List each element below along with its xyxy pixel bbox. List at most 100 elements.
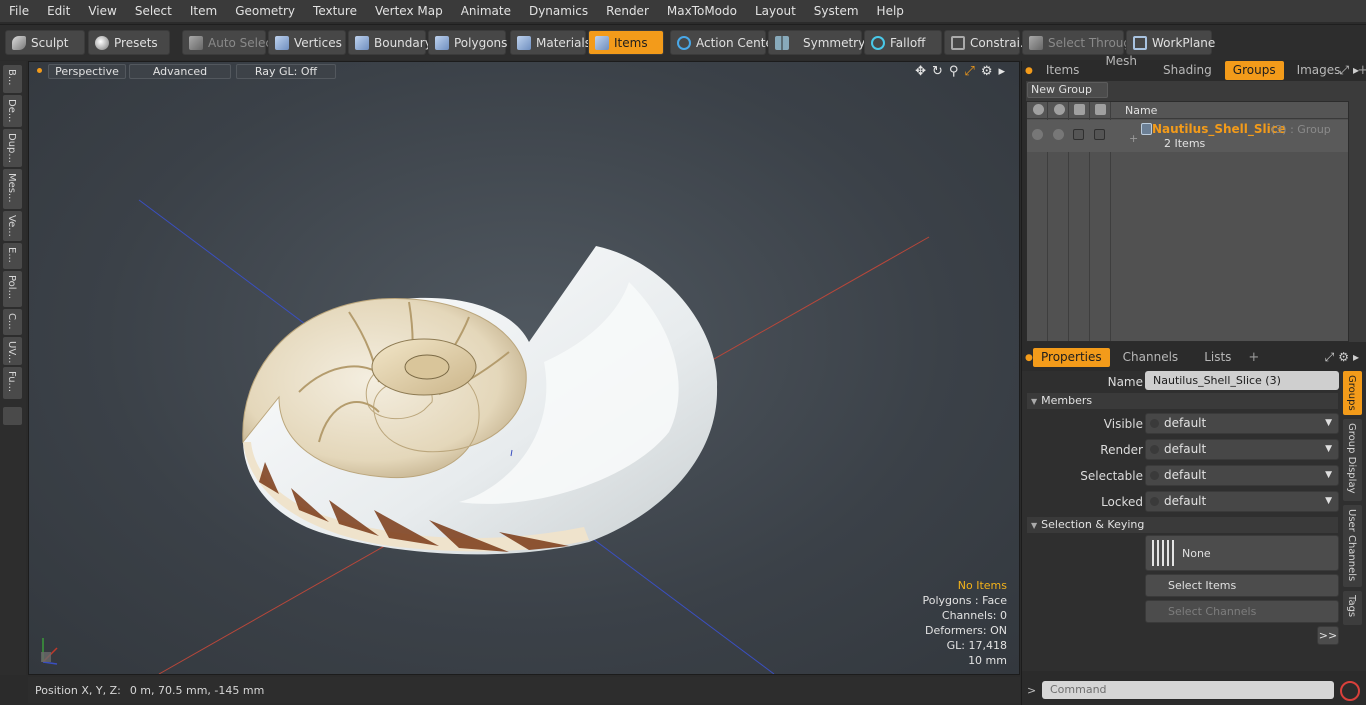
more-button[interactable]: >> bbox=[1317, 626, 1339, 645]
tab-channels[interactable]: Channels bbox=[1110, 348, 1192, 367]
view-mode-button[interactable]: Perspective bbox=[48, 64, 126, 79]
tab-extra[interactable] bbox=[3, 407, 22, 425]
expand-icon[interactable]: + bbox=[1129, 132, 1138, 145]
tab-groups[interactable]: Groups bbox=[1224, 61, 1284, 80]
boundary-button[interactable]: Boundary bbox=[348, 30, 432, 55]
render-column-icon[interactable] bbox=[1054, 104, 1065, 115]
side-tab-user-channels[interactable]: User Channels bbox=[1343, 505, 1362, 587]
expand-arrow-icon[interactable]: ▸ bbox=[998, 64, 1005, 79]
tab-uv[interactable]: UV... bbox=[3, 337, 22, 365]
name-column-header[interactable]: Name bbox=[1125, 104, 1157, 117]
presets-button[interactable]: Presets bbox=[88, 30, 170, 55]
render-select[interactable]: default ▼ bbox=[1145, 439, 1339, 460]
row-lock-checkbox[interactable] bbox=[1073, 129, 1084, 140]
menu-select[interactable]: Select bbox=[126, 0, 181, 22]
menu-texture[interactable]: Texture bbox=[304, 0, 366, 22]
menu-geometry[interactable]: Geometry bbox=[226, 0, 304, 22]
visible-select[interactable]: default ▼ bbox=[1145, 413, 1339, 434]
tab-deform[interactable]: De... bbox=[3, 95, 22, 127]
selectable-select[interactable]: default ▼ bbox=[1145, 465, 1339, 486]
auto-select-button[interactable]: Auto Select bbox=[182, 30, 277, 55]
tab-lists[interactable]: Lists bbox=[1191, 348, 1244, 367]
tab-edge[interactable]: E... bbox=[3, 243, 22, 269]
zoom-icon[interactable]: ⚲ bbox=[949, 64, 959, 79]
tab-basic[interactable]: B... bbox=[3, 65, 22, 93]
shading-mode-button[interactable]: Advanced bbox=[129, 64, 231, 79]
side-tab-groups[interactable]: Groups bbox=[1343, 371, 1362, 415]
keying-icon bbox=[1152, 540, 1174, 566]
panel-corner-icons[interactable]: ⤢▸ bbox=[1339, 63, 1363, 78]
3d-viewport[interactable]: Perspective Advanced Ray GL: Off ✥ ↻ ⚲ ⤢… bbox=[28, 61, 1020, 675]
row-select-checkbox[interactable] bbox=[1094, 129, 1105, 140]
menu-vertex-map[interactable]: Vertex Map bbox=[366, 0, 452, 22]
new-group-button[interactable]: New Group bbox=[1027, 82, 1108, 98]
tab-fusion[interactable]: Fu... bbox=[3, 367, 22, 399]
items-button[interactable]: Items bbox=[588, 30, 664, 55]
boundary-label: Boundary bbox=[374, 35, 432, 50]
falloff-button[interactable]: Falloff bbox=[864, 30, 942, 55]
row-render-icon[interactable] bbox=[1053, 129, 1064, 140]
raygl-button[interactable]: Ray GL: Off bbox=[236, 64, 336, 79]
viewport-menu-dot[interactable] bbox=[37, 68, 42, 73]
lock-column-icon[interactable] bbox=[1074, 104, 1085, 115]
side-tab-tags[interactable]: Tags bbox=[1343, 591, 1362, 625]
materials-button[interactable]: Materials bbox=[510, 30, 591, 55]
menu-file[interactable]: File bbox=[0, 0, 38, 22]
menu-edit[interactable]: Edit bbox=[38, 0, 79, 22]
menu-render[interactable]: Render bbox=[597, 0, 658, 22]
menu-dynamics[interactable]: Dynamics bbox=[520, 0, 597, 22]
menu-item[interactable]: Item bbox=[181, 0, 226, 22]
name-field[interactable]: Nautilus_Shell_Slice (3) bbox=[1145, 371, 1339, 390]
members-section[interactable]: ▼ Members bbox=[1027, 393, 1338, 409]
menu-view[interactable]: View bbox=[79, 0, 125, 22]
pan-icon[interactable]: ✥ bbox=[915, 64, 926, 79]
vertices-button[interactable]: Vertices1 bbox=[268, 30, 356, 55]
group-name-text: Nautilus_Shell_Slice bbox=[1152, 122, 1287, 136]
tab-duplicate[interactable]: Dup... bbox=[3, 129, 22, 167]
add-tab-icon[interactable]: + bbox=[1248, 350, 1259, 365]
presets-label: Presets bbox=[114, 35, 158, 50]
action-center-icon bbox=[677, 35, 691, 50]
row-visibility-icon[interactable] bbox=[1032, 129, 1043, 140]
action-center-label: Action Center bbox=[696, 35, 778, 50]
tab-shading[interactable]: Shading bbox=[1150, 61, 1225, 80]
side-tab-group-display[interactable]: Group Display bbox=[1343, 419, 1362, 501]
panel-menu-dot[interactable]: ● bbox=[1025, 66, 1033, 76]
select-items-button[interactable]: Select Items bbox=[1145, 574, 1339, 597]
settings-icon[interactable]: ⚙ bbox=[981, 64, 993, 79]
tab-properties[interactable]: Properties bbox=[1033, 348, 1110, 367]
constraints-button[interactable]: Constrai... bbox=[944, 30, 1031, 55]
maximize-icon[interactable]: ⤢ bbox=[964, 64, 974, 79]
panel-menu-dot[interactable]: ● bbox=[1025, 353, 1033, 363]
rotate-icon[interactable]: ↻ bbox=[932, 64, 943, 79]
menu-maxtomodo[interactable]: MaxToModo bbox=[658, 0, 746, 22]
selection-keying-section[interactable]: ▼ Selection & Keying bbox=[1027, 517, 1338, 533]
nautilus-shell-model[interactable] bbox=[242, 246, 718, 555]
group-row[interactable]: + Nautilus_Shell_Slice (3) : Group 2 Ite… bbox=[1027, 120, 1348, 152]
keying-none-button[interactable]: None bbox=[1145, 535, 1339, 571]
tab-vertex[interactable]: Ve... bbox=[3, 211, 22, 241]
select-column-icon[interactable] bbox=[1095, 104, 1106, 115]
tab-label: Pol... bbox=[6, 275, 17, 300]
sculpt-button[interactable]: Sculpt bbox=[5, 30, 85, 55]
visibility-column-icon[interactable] bbox=[1033, 104, 1044, 115]
symmetry-button[interactable]: Symmetry bbox=[768, 30, 865, 55]
polygons-button[interactable]: Polygons bbox=[428, 30, 507, 55]
tab-mesh[interactable]: Mes... bbox=[3, 169, 22, 209]
groups-scrollbar[interactable] bbox=[1349, 101, 1366, 342]
select-channels-button[interactable]: Select Channels bbox=[1145, 600, 1339, 623]
state-dot-icon bbox=[1150, 419, 1159, 428]
locked-select[interactable]: default ▼ bbox=[1145, 491, 1339, 512]
tab-items[interactable]: Items bbox=[1033, 61, 1093, 80]
record-icon[interactable] bbox=[1340, 681, 1360, 701]
menu-help[interactable]: Help bbox=[868, 0, 913, 22]
tab-polygon[interactable]: Pol... bbox=[3, 271, 22, 307]
panel-corner-icons[interactable]: ⤢⚙▸ bbox=[1325, 350, 1363, 365]
action-center-button[interactable]: Action Center bbox=[670, 30, 778, 55]
command-input[interactable]: Command bbox=[1042, 681, 1334, 699]
menu-system[interactable]: System bbox=[805, 0, 868, 22]
properties-area: Name Nautilus_Shell_Slice (3) ▼ Members V… bbox=[1022, 371, 1366, 671]
tab-curve[interactable]: C... bbox=[3, 309, 22, 335]
menu-layout[interactable]: Layout bbox=[746, 0, 805, 22]
menu-animate[interactable]: Animate bbox=[452, 0, 520, 22]
